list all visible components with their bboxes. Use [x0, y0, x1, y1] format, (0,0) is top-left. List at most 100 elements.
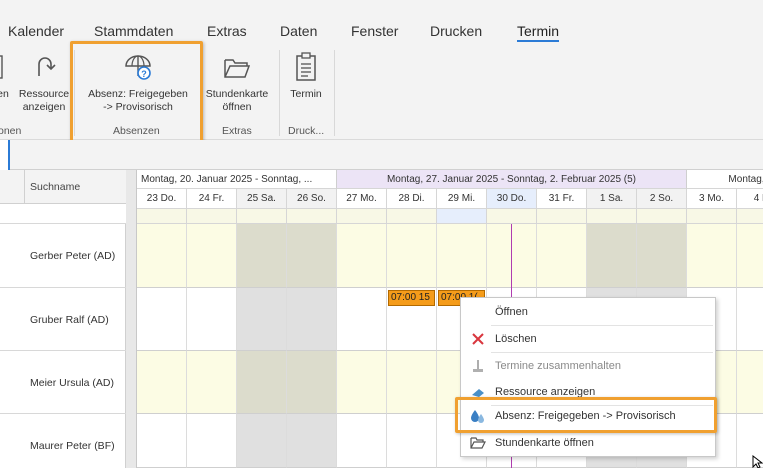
calendar-cell[interactable]: [287, 288, 337, 351]
resource-row[interactable]: Gruber Ralf (AD): [0, 288, 126, 351]
ribbon-separator: [334, 50, 335, 136]
stundenkarte-line1: Stundenkarte: [205, 88, 269, 100]
day-header: 4 D: [737, 189, 763, 209]
menu-termin[interactable]: Termin: [517, 23, 559, 39]
calendar-cell[interactable]: [237, 351, 287, 414]
group-label-extras: Extras: [222, 125, 252, 137]
resource-name: Meier Ursula (AD): [30, 377, 115, 389]
day-strip: [187, 209, 237, 224]
resource-row[interactable]: Meier Ursula (AD): [0, 351, 126, 414]
menu-extras[interactable]: Extras: [207, 23, 247, 39]
day-header: 23 Do.: [137, 189, 187, 209]
calendar-cell[interactable]: [187, 288, 237, 351]
active-menu-indicator: [517, 40, 559, 42]
day-header-today: 30 Do.: [487, 189, 537, 209]
calendar-cell[interactable]: [287, 351, 337, 414]
context-menu-oeffnen[interactable]: Öffnen: [461, 299, 715, 325]
week-header: Montag, 20. Januar 2025 - Sonntag, ...: [137, 170, 337, 189]
calendar-cell[interactable]: [537, 224, 587, 288]
day-strip: [387, 209, 437, 224]
calendar-cell[interactable]: [737, 224, 763, 288]
calendar-cell[interactable]: [387, 351, 437, 414]
calendar-cell[interactable]: [687, 224, 737, 288]
menu-kalender[interactable]: Kalender: [8, 23, 64, 39]
calendar-cell[interactable]: [237, 414, 287, 468]
calendar-cell[interactable]: [337, 288, 387, 351]
menu-bar: Kalender Stammdaten Extras Daten Fenster…: [0, 0, 763, 44]
resource-name: Gruber Ralf (AD): [30, 314, 109, 326]
partial-ribbon-button[interactable]: en: [0, 54, 12, 101]
context-menu-highlight-frame: [455, 397, 717, 433]
day-header: 24 Fr.: [187, 189, 237, 209]
stundenkarte-oeffnen-button[interactable]: Stundenkarte öffnen: [204, 54, 270, 114]
day-strip: [337, 209, 387, 224]
day-header: 26 So.: [287, 189, 337, 209]
resource-list-header: Suchname: [0, 170, 126, 204]
folder-open-icon: [224, 59, 251, 78]
calendar-cell[interactable]: [337, 414, 387, 468]
calendar-cell[interactable]: [287, 414, 337, 468]
calendar-cell[interactable]: [237, 288, 287, 351]
context-menu-loeschen[interactable]: Löschen: [461, 326, 715, 352]
context-menu-label: Löschen: [495, 333, 537, 345]
calendar-cell[interactable]: [287, 224, 337, 288]
calendar-cell[interactable]: [587, 224, 637, 288]
day-strip: [237, 209, 287, 224]
day-strip: [487, 209, 537, 224]
active-view-tab[interactable]: [0, 140, 10, 170]
day-strip: [137, 209, 187, 224]
week-header: Montag,: [687, 170, 763, 189]
ressource-line2: anzeigen: [22, 101, 66, 113]
calendar-cell[interactable]: [737, 288, 763, 351]
day-strip: [737, 209, 763, 224]
calendar-cell[interactable]: [387, 224, 437, 288]
menu-fenster[interactable]: Fenster: [351, 23, 398, 39]
calendar-cell[interactable]: [187, 224, 237, 288]
column-header-suchname[interactable]: Suchname: [30, 181, 80, 193]
filter-row[interactable]: [0, 204, 126, 224]
calendar-cell[interactable]: [137, 224, 187, 288]
context-menu-label: Stundenkarte öffnen: [495, 437, 594, 449]
calendar-cell[interactable]: [387, 414, 437, 468]
day-header: 28 Di.: [387, 189, 437, 209]
calendar-cell[interactable]: [337, 224, 387, 288]
delete-x-icon: [472, 333, 484, 345]
context-menu-termine-zusammenhalten[interactable]: Termine zusammenhalten: [461, 353, 715, 379]
resource-name: Gerber Peter (AD): [30, 250, 116, 262]
calendar-cell[interactable]: [187, 351, 237, 414]
splitter[interactable]: [126, 170, 137, 468]
resource-row[interactable]: Maurer Peter (BF): [0, 414, 126, 468]
calendar-cell[interactable]: [337, 351, 387, 414]
resource-row[interactable]: Gerber Peter (AD): [0, 224, 126, 288]
termin-button-label: Termin: [290, 88, 322, 100]
menu-drucken[interactable]: Drucken: [430, 23, 482, 39]
calendar-cell[interactable]: [137, 351, 187, 414]
day-header: 27 Mo.: [337, 189, 387, 209]
context-menu-stundenkarte-oeffnen[interactable]: Stundenkarte öffnen: [461, 430, 715, 456]
termin-button[interactable]: Termin: [284, 52, 328, 101]
calendar-cell[interactable]: [737, 351, 763, 414]
mouse-cursor-icon: [752, 455, 763, 468]
appointment[interactable]: 07:00 15: [388, 290, 435, 306]
calendar-cell[interactable]: [237, 224, 287, 288]
day-header: 3 Mo.: [687, 189, 737, 209]
day-strip: [637, 209, 687, 224]
context-menu: Öffnen Löschen Termine zusammenhalten Re…: [460, 297, 716, 457]
ressource-anzeigen-button[interactable]: Ressource anzeigen: [16, 54, 72, 114]
calendar-cell[interactable]: [137, 288, 187, 351]
calendar-cell[interactable]: [637, 224, 687, 288]
day-strip: [537, 209, 587, 224]
menu-stammdaten[interactable]: Stammdaten: [94, 23, 173, 39]
group-label-partial: onen: [0, 125, 22, 137]
calendar-cell[interactable]: [437, 224, 487, 288]
ressource-line1: Ressource: [18, 88, 70, 100]
pin-icon: [473, 360, 483, 372]
calendar-cell[interactable]: [187, 414, 237, 468]
partial-icon: [0, 55, 3, 79]
stundenkarte-line2: öffnen: [222, 101, 252, 113]
day-strip: [287, 209, 337, 224]
menu-daten[interactable]: Daten: [280, 23, 317, 39]
calendar-cell[interactable]: [137, 414, 187, 468]
calendar-cell[interactable]: [487, 224, 537, 288]
day-strip: [587, 209, 637, 224]
